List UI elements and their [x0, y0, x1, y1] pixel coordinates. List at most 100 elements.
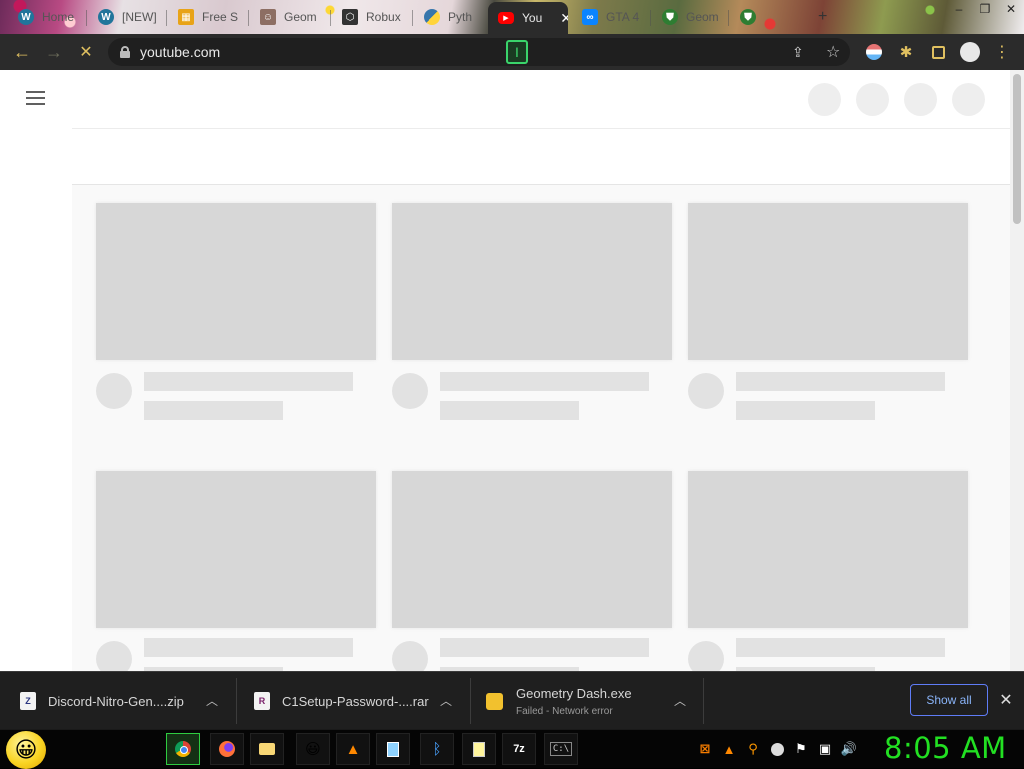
taskbar-vlc[interactable]: ▲ — [336, 733, 370, 765]
volume-icon[interactable]: 🔊 — [840, 740, 858, 758]
show-all-downloads-button[interactable]: Show all — [910, 684, 988, 716]
menu-icon[interactable] — [26, 91, 46, 105]
download-item-3[interactable]: Geometry Dash.exe Failed - Network error — [486, 672, 632, 730]
thumbnail-placeholder — [96, 471, 376, 628]
close-icon: ✕ — [999, 692, 1013, 709]
browser-toolbar: ← → ✕ youtube.com I ⇪ ☆ ✱ ⋮ — [0, 34, 1024, 70]
extensions-button[interactable]: ✱ — [894, 40, 918, 64]
channel-avatar-placeholder — [688, 641, 724, 671]
taskbar-bluetooth[interactable]: ᛒ — [420, 733, 454, 765]
tab-4[interactable]: ☺ Geom — [250, 4, 328, 30]
download-name: Geometry Dash.exe — [516, 685, 632, 701]
tab-7-label: You — [522, 11, 543, 25]
taskbar-7zip[interactable]: 7z — [502, 733, 536, 765]
header-placeholder-4 — [952, 83, 985, 116]
taskbar-emoji-app[interactable]: 😃 — [296, 733, 330, 765]
profile-button[interactable] — [958, 40, 982, 64]
tab-10[interactable]: ⛊ — [730, 4, 800, 30]
window-controls: ‒ ❐ ✕ — [946, 0, 1024, 18]
tab-4-label: Geom — [284, 10, 317, 24]
download-item-1[interactable]: Z Discord-Nitro-Gen....zip — [20, 672, 184, 730]
message-icon[interactable] — [768, 740, 786, 758]
tab-9-label: Geom — [686, 10, 719, 24]
taskbar-firefox[interactable] — [210, 733, 244, 765]
taskbar-explorer[interactable] — [250, 733, 284, 765]
tab-9[interactable]: ⛊ Geom — [652, 4, 726, 30]
extension-icon[interactable]: I — [506, 40, 528, 64]
extension-flag-button[interactable] — [862, 40, 886, 64]
firefox-icon — [219, 741, 235, 757]
taskbar: 😀 😃 ▲ ᛒ 7z C:\ ⊠ ▲ ⚲ ⚑ ▣ 🔊 8:05 AM — [0, 729, 1024, 769]
python-icon — [424, 9, 440, 25]
vlc-tray-icon[interactable]: ▲ — [720, 740, 738, 758]
channel-avatar-placeholder — [392, 641, 428, 671]
bookmark-star-icon[interactable]: ☆ — [826, 42, 840, 62]
shield-icon: ⛊ — [662, 9, 678, 25]
share-icon[interactable]: ⇪ — [792, 44, 804, 61]
7zip-icon: 7z — [513, 743, 525, 755]
taskbar-notes[interactable] — [462, 733, 496, 765]
minimize-button[interactable]: ‒ — [946, 0, 972, 18]
network-icon[interactable]: ▣ — [816, 740, 834, 758]
tab-strip: W Home W [NEW] ▦ Free S ☺ Geom ⬡ Robux P… — [0, 0, 1024, 34]
thumbnail-placeholder — [688, 471, 968, 628]
title-placeholder — [736, 638, 945, 657]
thumbnail-placeholder — [392, 471, 672, 628]
close-downloads-bar-button[interactable]: ✕ — [996, 690, 1016, 710]
tab-6[interactable]: Pyth — [414, 4, 486, 30]
video-grid — [72, 185, 1010, 671]
meta-placeholder — [144, 401, 283, 420]
download-name: C1Setup-Password-....rar — [282, 693, 429, 709]
taskbar-notepad[interactable] — [376, 733, 410, 765]
chevron-up-icon[interactable]: ︿ — [440, 692, 452, 709]
taskbar-clock[interactable]: 8:05 AM — [884, 731, 1007, 765]
thumbnail-placeholder — [392, 203, 672, 360]
address-bar[interactable]: youtube.com — [108, 38, 850, 66]
tab-8[interactable]: ∞ GTA 4 — [572, 4, 648, 30]
download-name: Discord-Nitro-Gen....zip — [48, 693, 184, 709]
youtube-icon: ▶ — [498, 12, 514, 24]
close-tab-icon[interactable]: ✕ — [560, 10, 568, 27]
back-button[interactable]: ← — [10, 40, 34, 64]
scrollbar-thumb[interactable] — [1013, 74, 1021, 224]
taskbar-cmd[interactable]: C:\ — [544, 733, 578, 765]
tab-6-label: Pyth — [448, 10, 473, 24]
flag-icon[interactable]: ⚑ — [792, 740, 810, 758]
side-panel-icon — [931, 45, 945, 59]
start-button[interactable]: 😀 — [6, 731, 46, 769]
taskbar-chrome[interactable] — [166, 733, 200, 765]
browser-menu-button[interactable]: ⋮ — [990, 40, 1014, 64]
smiley-start-icon: 😀 — [14, 737, 38, 762]
arrow-left-icon: ← — [13, 41, 31, 62]
new-tab-button[interactable]: + — [818, 4, 838, 30]
forward-button[interactable]: → — [42, 40, 66, 64]
notepad-icon — [387, 741, 399, 757]
xampp-icon[interactable]: ⊠ — [696, 740, 714, 758]
chip-bar-placeholder — [72, 128, 1010, 185]
shield-icon: ⛊ — [740, 9, 756, 25]
title-placeholder — [736, 372, 945, 391]
search-icon[interactable]: ⚲ — [744, 740, 762, 758]
tab-5-label: Robux — [366, 10, 401, 24]
avatar-icon — [960, 42, 980, 62]
side-panel-button[interactable] — [926, 40, 950, 64]
more-vert-icon: ⋮ — [994, 44, 1010, 61]
channel-avatar-placeholder — [96, 373, 132, 409]
tab-3[interactable]: ▦ Free S — [168, 4, 246, 30]
youtube-sidebar — [0, 128, 72, 671]
chevron-up-icon[interactable]: ︿ — [674, 692, 686, 709]
close-icon: ✕ — [79, 44, 93, 61]
tab-5[interactable]: ⬡ Robux — [332, 4, 410, 30]
chevron-up-icon[interactable]: ︿ — [206, 692, 218, 709]
download-item-2[interactable]: R C1Setup-Password-....rar — [254, 672, 429, 730]
tab-youtube-active[interactable]: ▶ You ✕ — [488, 2, 568, 34]
tab-1[interactable]: W Home — [8, 4, 80, 30]
maximize-button[interactable]: ❐ — [972, 0, 998, 18]
vlc-icon: ▲ — [345, 740, 361, 758]
tab-2[interactable]: W [NEW] — [88, 4, 162, 30]
header-placeholder-1 — [808, 83, 841, 116]
stop-loading-button[interactable]: ✕ — [74, 40, 98, 64]
cmd-icon: C:\ — [549, 742, 573, 756]
close-window-button[interactable]: ✕ — [998, 0, 1024, 18]
thumbnail-placeholder — [688, 203, 968, 360]
